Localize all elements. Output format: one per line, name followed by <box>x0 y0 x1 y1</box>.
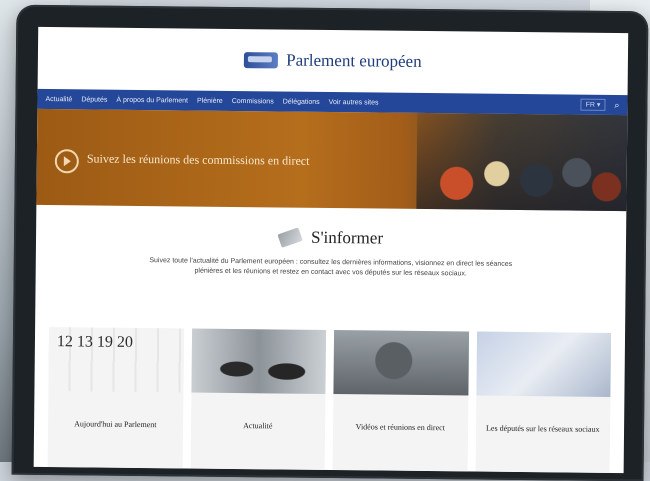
laptop-frame: Parlement européen Actualité Députés À p… <box>11 4 649 481</box>
newspaper-icon <box>277 227 303 248</box>
card-aujourdhui[interactable]: 12 13 19 20 Aujourd'hui au Parlement <box>47 327 184 469</box>
card-label[interactable]: Les députés sur les réseaux sociaux <box>476 396 611 435</box>
nav-item-commissions[interactable]: Commissions <box>232 97 274 104</box>
nav-item-pleniere[interactable]: Plénière <box>197 97 223 104</box>
section-description: Suivez toute l'actualité du Parlement eu… <box>149 257 513 278</box>
social-image <box>475 331 612 397</box>
card-reseaux-sociaux[interactable]: Les députés sur les réseaux sociaux <box>475 331 612 473</box>
calendar-image: 12 13 19 20 <box>48 327 184 393</box>
inform-section: S'informer Suivez toute l'actualité du P… <box>36 205 627 281</box>
scene: Parlement européen Actualité Députés À p… <box>0 0 650 481</box>
card-label[interactable]: Vidéos et réunions en direct <box>333 394 468 433</box>
camera-image <box>333 330 469 396</box>
section-heading: S'informer <box>36 225 626 251</box>
play-icon[interactable] <box>54 149 79 174</box>
language-selector[interactable]: FR ▾ <box>580 98 606 111</box>
site-title[interactable]: Parlement européen <box>286 51 422 72</box>
people-image <box>190 328 327 394</box>
card-label[interactable]: Aujourd'hui au Parlement <box>48 391 183 430</box>
live-banner[interactable]: Suivez les réunions des commissions en d… <box>36 108 628 212</box>
card-label[interactable]: Actualité <box>191 393 326 432</box>
card-actualite[interactable]: Actualité <box>190 328 327 470</box>
nav-spacer <box>388 103 572 105</box>
banner-text[interactable]: Suivez les réunions des commissions en d… <box>87 151 310 168</box>
nav-item-delegations[interactable]: Délégations <box>283 98 320 105</box>
nav-item-a-propos[interactable]: À propos du Parlement <box>116 96 188 104</box>
card-videos[interactable]: Vidéos et réunions en direct <box>332 330 469 472</box>
nav-item-autres-sites[interactable]: Voir autres sites <box>329 98 379 106</box>
card-row: 12 13 19 20 Aujourd'hui au Parlement Act… <box>34 327 625 473</box>
site-header: Parlement européen <box>38 27 629 95</box>
nav-item-actualite[interactable]: Actualité <box>45 96 72 103</box>
parliament-logo-icon[interactable] <box>244 52 279 69</box>
section-title: S'informer <box>310 227 384 248</box>
browser-screen: Parlement européen Actualité Députés À p… <box>33 26 629 474</box>
search-icon[interactable]: ⌕ <box>614 99 619 110</box>
nav-item-deputes[interactable]: Députés <box>81 96 107 103</box>
meeting-photo <box>416 112 628 212</box>
